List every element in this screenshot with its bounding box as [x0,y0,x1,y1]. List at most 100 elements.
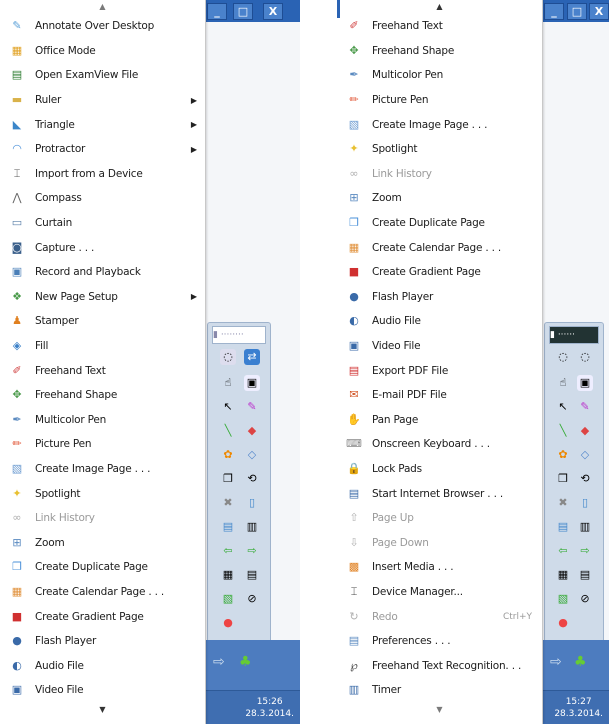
menu-item[interactable]: ▦ Create Calendar Page . . . [337,235,542,260]
menu-item[interactable]: ● Flash Player [337,285,542,310]
menu-item[interactable]: ✦ Spotlight [337,137,542,162]
menu-item[interactable]: ✦ Spotlight [0,481,205,506]
toolbar-tool-icon[interactable]: ▧ [220,591,236,607]
menu-item[interactable]: ↻ Redo Ctrl+Y [337,604,542,629]
menu-item[interactable]: ♟ Stamper [0,309,205,334]
menu-item[interactable]: ℘ Freehand Text Recognition. . . [337,653,542,678]
menu-item[interactable]: ▦ Office Mode [0,39,205,64]
toolbar-tool-icon[interactable]: ⟲ [244,471,260,487]
toolbar-tool-icon[interactable]: ☝ [220,375,236,391]
toolbar-tool-icon[interactable]: ⇦ [555,543,571,559]
toolbar-tool-icon[interactable]: ↖ [220,399,236,415]
menu-item[interactable]: ● Flash Player [0,629,205,654]
menu-item[interactable]: ✒ Multicolor Pen [337,63,542,88]
toolbar-tool-icon[interactable]: ▣ [244,375,260,391]
toolbar-tool-icon[interactable]: ▥ [244,519,260,535]
toolbar-tool-icon[interactable]: ❐ [220,471,236,487]
menu-item[interactable]: ✥ Freehand Shape [337,39,542,64]
menu-item[interactable]: ◐ Audio File [337,309,542,334]
menu-item[interactable]: ⊞ Zoom [0,530,205,555]
menu-item[interactable]: ⇩ Page Down [337,530,542,555]
arrow-icon[interactable]: ⇨ [550,654,562,670]
toolbar-tool-icon[interactable]: ╲ [220,423,236,439]
menu-item[interactable]: ▤ Preferences . . . [337,629,542,654]
toolbar-tool-icon[interactable]: ⇦ [220,543,236,559]
menu-item[interactable]: ▦ Create Calendar Page . . . [0,580,205,605]
menu-item[interactable]: ✎ Annotate Over Desktop [0,14,205,39]
toolbar-tool-icon[interactable]: ✖ [220,495,236,511]
menu-item[interactable]: ✏ Picture Pen [337,88,542,113]
menu-item[interactable]: ❐ Create Duplicate Page [337,211,542,236]
toolbar-tool-icon[interactable]: ⇨ [244,543,260,559]
toolbar-header[interactable]: ▮ ········ [212,326,266,344]
toolbar-tool-icon[interactable]: ◆ [577,423,593,439]
menu-item[interactable]: ⇧ Page Up [337,506,542,531]
menu-item[interactable]: ▣ Video File [337,334,542,359]
menu-item[interactable]: ■ Create Gradient Page [337,260,542,285]
toolbar-tool-icon[interactable]: ✿ [555,447,571,463]
menu-item[interactable]: ◠ Protractor ▶ [0,137,205,162]
toolbar-tool-icon[interactable]: ⇄ [244,349,260,365]
toolbar-tool-icon[interactable]: ▯ [577,495,593,511]
toolbar-tool-icon[interactable]: ● [220,615,236,631]
toolbar-tool-icon[interactable]: ▤ [555,519,571,535]
menu-item[interactable]: ❐ Create Duplicate Page [0,555,205,580]
toolbar-tool-icon[interactable]: ◇ [577,447,593,463]
menu-item[interactable]: ▧ Create Image Page . . . [337,112,542,137]
toolbar-tool-icon[interactable]: ▤ [220,519,236,535]
toolbar-tool-icon[interactable]: ⊘ [577,591,593,607]
toolbar-tool-icon[interactable]: ▧ [555,591,571,607]
taskbar-clock[interactable]: 15:27 28.3.2014. [554,696,603,720]
users-icon[interactable]: ♣ [239,654,252,670]
toolbar-tool-icon[interactable]: ╲ [555,423,571,439]
menu-scroll-down-arrow[interactable]: ▼ [337,703,542,717]
toolbar-tool-icon[interactable]: ▦ [220,567,236,583]
toolbar-tool-icon[interactable]: ▤ [577,567,593,583]
menu-item[interactable]: ⋀ Compass [0,186,205,211]
toolbar-tool-icon[interactable]: ▥ [577,519,593,535]
toolbar-tool-icon[interactable]: ✖ [555,495,571,511]
toolbar-tool-icon[interactable]: ▣ [577,375,593,391]
toolbar-tool-icon[interactable]: ▤ [244,567,260,583]
menu-scroll-up-arrow[interactable]: ▲ [337,0,542,14]
toolbar-tool-icon[interactable]: ◌ [577,349,593,365]
menu-item[interactable]: ▩ Insert Media . . . [337,555,542,580]
menu-item[interactable]: ❖ New Page Setup ▶ [0,285,205,310]
toolbar-tool-icon[interactable]: ☝ [555,375,571,391]
menu-item[interactable]: ⊞ Zoom [337,186,542,211]
toolbar-tool-icon[interactable]: ▦ [555,567,571,583]
taskbar-clock[interactable]: 15:26 28.3.2014. [245,696,294,720]
maximize-button[interactable]: □ [567,3,587,20]
close-button[interactable]: X [263,3,283,20]
menu-item[interactable]: ▣ Record and Playback [0,260,205,285]
menu-item[interactable]: ✉ E-mail PDF File [337,383,542,408]
menu-item[interactable]: ▧ Create Image Page . . . [0,457,205,482]
toolbar-tool-icon[interactable]: ◌ [220,349,236,365]
menu-item[interactable]: ∞ Link History [0,506,205,531]
toolbar-tool-icon[interactable]: ↖ [555,399,571,415]
menu-item[interactable]: ▥ Timer [337,678,542,703]
menu-item[interactable]: ▭ Curtain [0,211,205,236]
menu-item[interactable]: ✒ Multicolor Pen [0,408,205,433]
toolbar-tool-icon[interactable]: ▯ [244,495,260,511]
menu-item[interactable]: ⌨ Onscreen Keyboard . . . [337,432,542,457]
toolbar-tool-icon[interactable]: ⊘ [244,591,260,607]
menu-scroll-up-arrow[interactable]: ▲ [0,0,205,14]
menu-item[interactable]: ◣ Triangle ▶ [0,112,205,137]
close-button[interactable]: X [589,3,609,20]
users-icon[interactable]: ♣ [574,654,587,670]
menu-item[interactable]: ▤ Start Internet Browser . . . [337,481,542,506]
toolbar-header[interactable]: ▮ ······ [549,326,599,344]
menu-item[interactable]: ◈ Fill [0,334,205,359]
menu-item[interactable]: ▬ Ruler ▶ [0,88,205,113]
toolbar-tool-icon[interactable]: ● [555,615,571,631]
toolbar-tool-icon[interactable]: ✎ [577,399,593,415]
toolbar-tool-icon[interactable]: ◆ [244,423,260,439]
menu-item[interactable]: ⌶ Import from a Device [0,162,205,187]
menu-item[interactable]: ◙ Capture . . . [0,235,205,260]
menu-item[interactable]: ✋ Pan Page [337,408,542,433]
menu-item[interactable]: ■ Create Gradient Page [0,604,205,629]
menu-scroll-down-arrow[interactable]: ▼ [0,703,205,717]
toolbar-tool-icon[interactable]: ⟲ [577,471,593,487]
menu-item[interactable]: ✥ Freehand Shape [0,383,205,408]
